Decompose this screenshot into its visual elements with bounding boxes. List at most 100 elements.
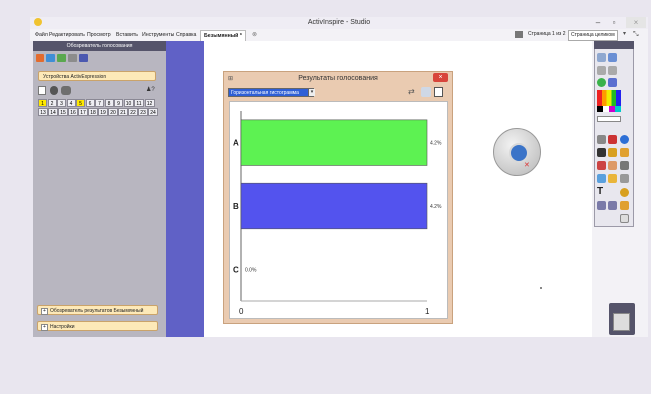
clipboard-icon[interactable] [620, 214, 629, 223]
learner-number[interactable]: 17 [78, 108, 88, 116]
view-mode-select[interactable]: Страница целиком [568, 30, 618, 41]
swap-icon[interactable]: ⇄ [408, 87, 418, 97]
resize-arrows-icon[interactable]: ⤡ [633, 30, 639, 39]
learner-number[interactable]: 10 [123, 99, 134, 107]
connector-icon[interactable] [620, 161, 629, 170]
learner-number[interactable]: 20 [108, 108, 118, 116]
learner-number[interactable]: 5 [76, 99, 85, 107]
help-icon[interactable] [620, 135, 629, 144]
devices-button[interactable]: Устройства ActivExpression [38, 71, 156, 81]
learner-number[interactable]: 13 [38, 108, 48, 116]
line-icon[interactable] [597, 174, 606, 183]
menu-insert[interactable]: Вставить [116, 32, 138, 38]
user-help-icon[interactable]: ♟? [146, 86, 156, 94]
learner-number[interactable]: 24 [148, 108, 158, 116]
color-palette[interactable] [597, 90, 621, 106]
learner-number[interactable]: 12 [144, 99, 155, 107]
menu-view[interactable]: Просмотр [87, 32, 111, 38]
marker-icon[interactable] [597, 148, 606, 157]
menu-help[interactable]: Справка [176, 32, 196, 38]
devices-group-icon[interactable] [61, 86, 71, 95]
spotlight-icon[interactable] [620, 201, 629, 210]
learner-number[interactable]: 3 [57, 99, 66, 107]
results-chart: A 4.2% B 4.2% C 0.0% 0 1 [233, 111, 442, 316]
dialog-close-button[interactable]: × [433, 73, 448, 82]
pen-width-slider[interactable] [597, 116, 621, 122]
dialog-app-icon: ⊞ [228, 76, 234, 82]
expand-icon: + [41, 308, 48, 315]
zoom-icon[interactable] [434, 87, 443, 97]
eraser-icon[interactable] [608, 135, 617, 144]
data-label-C: 0.0% [245, 267, 257, 273]
learner-number[interactable]: 23 [138, 108, 148, 116]
delete-icon[interactable]: ✕ [524, 161, 530, 169]
floating-tool-widget[interactable]: ✕ [493, 128, 541, 176]
learner-number[interactable]: 6 [85, 99, 95, 107]
magic-ink-icon[interactable] [620, 148, 629, 157]
menu-tools[interactable]: Инструменты [142, 32, 174, 38]
fill-icon[interactable] [608, 161, 617, 170]
shape-icon[interactable] [597, 161, 606, 170]
settings-icon[interactable] [79, 54, 88, 62]
pen-icon[interactable] [608, 78, 617, 87]
main-menu-icon[interactable] [597, 53, 606, 62]
menu-file[interactable]: Файл [35, 32, 48, 38]
learner-number[interactable]: 21 [118, 108, 128, 116]
learner-number[interactable]: 15 [58, 108, 68, 116]
redo-icon[interactable] [608, 201, 617, 210]
settings-label: Настройки [50, 324, 75, 330]
x-tick-label: 1 [425, 307, 430, 316]
results-browser-button[interactable]: + Обозреватель результатов Безымянный [37, 305, 158, 315]
close-button[interactable]: × [626, 17, 646, 28]
chevron-down-icon[interactable]: ▾ [623, 30, 626, 39]
panel-header: Обозреватель голосования [33, 41, 166, 51]
document-icon[interactable] [38, 86, 46, 95]
learner-number[interactable]: 4 [66, 99, 76, 107]
learner-number[interactable]: 2 [47, 99, 57, 107]
page-forward-icon[interactable] [608, 66, 617, 75]
device-icon[interactable] [50, 86, 58, 95]
learner-number[interactable]: 7 [95, 99, 104, 107]
menu-bar: Файл Редактировать Просмотр Вставить Инс… [30, 29, 648, 42]
chart-type-select[interactable]: Горизонтальная гистограмма [228, 88, 314, 97]
highlighter-icon[interactable] [608, 148, 617, 157]
maximize-button[interactable]: ▫ [608, 17, 620, 28]
browser-icon[interactable] [608, 53, 617, 62]
page-counter: Страница 1 из 2 [528, 31, 566, 37]
results-icon[interactable] [68, 54, 77, 62]
trash-icon[interactable] [613, 313, 630, 331]
learner-number[interactable]: 9 [114, 99, 123, 107]
learner-number[interactable]: 14 [48, 108, 58, 116]
camera-icon[interactable] [608, 174, 617, 183]
learner-number[interactable]: 11 [134, 99, 144, 107]
page-back-icon[interactable] [597, 66, 606, 75]
settings-button[interactable]: + Настройки [37, 321, 158, 331]
chevron-down-icon[interactable]: ▾ [308, 89, 315, 96]
undo-icon[interactable] [597, 201, 606, 210]
tab-close-icon[interactable]: ⊗ [252, 31, 257, 38]
pen-tool-icon[interactable] [509, 143, 529, 163]
question-icon[interactable] [57, 54, 66, 62]
learner-number[interactable]: 16 [68, 108, 78, 116]
expand-icon: + [41, 324, 48, 331]
dice-icon[interactable] [620, 188, 629, 197]
clock-icon[interactable] [620, 174, 629, 183]
pointer-icon[interactable] [597, 135, 606, 144]
color-palette-row-2[interactable] [597, 106, 621, 112]
learner-number[interactable]: 8 [104, 99, 114, 107]
learner-number[interactable]: 19 [98, 108, 108, 116]
express-poll-icon[interactable] [46, 54, 55, 62]
grid-icon[interactable] [515, 31, 523, 38]
canvas-margin [166, 41, 204, 337]
learner-number[interactable]: 22 [128, 108, 138, 116]
text-tool-icon[interactable]: T [597, 186, 603, 197]
data-label-A: 4.2% [430, 141, 442, 147]
learner-number[interactable]: 1 [38, 99, 47, 107]
window-title-bar: ActivInspire - Studio – ▫ × [30, 17, 648, 29]
options-icon[interactable] [421, 87, 431, 97]
vote-start-icon[interactable] [36, 54, 44, 62]
learner-number[interactable]: 18 [88, 108, 98, 116]
menu-edit[interactable]: Редактировать [49, 32, 85, 38]
minimize-button[interactable]: – [592, 17, 604, 28]
select-icon[interactable] [597, 78, 606, 87]
